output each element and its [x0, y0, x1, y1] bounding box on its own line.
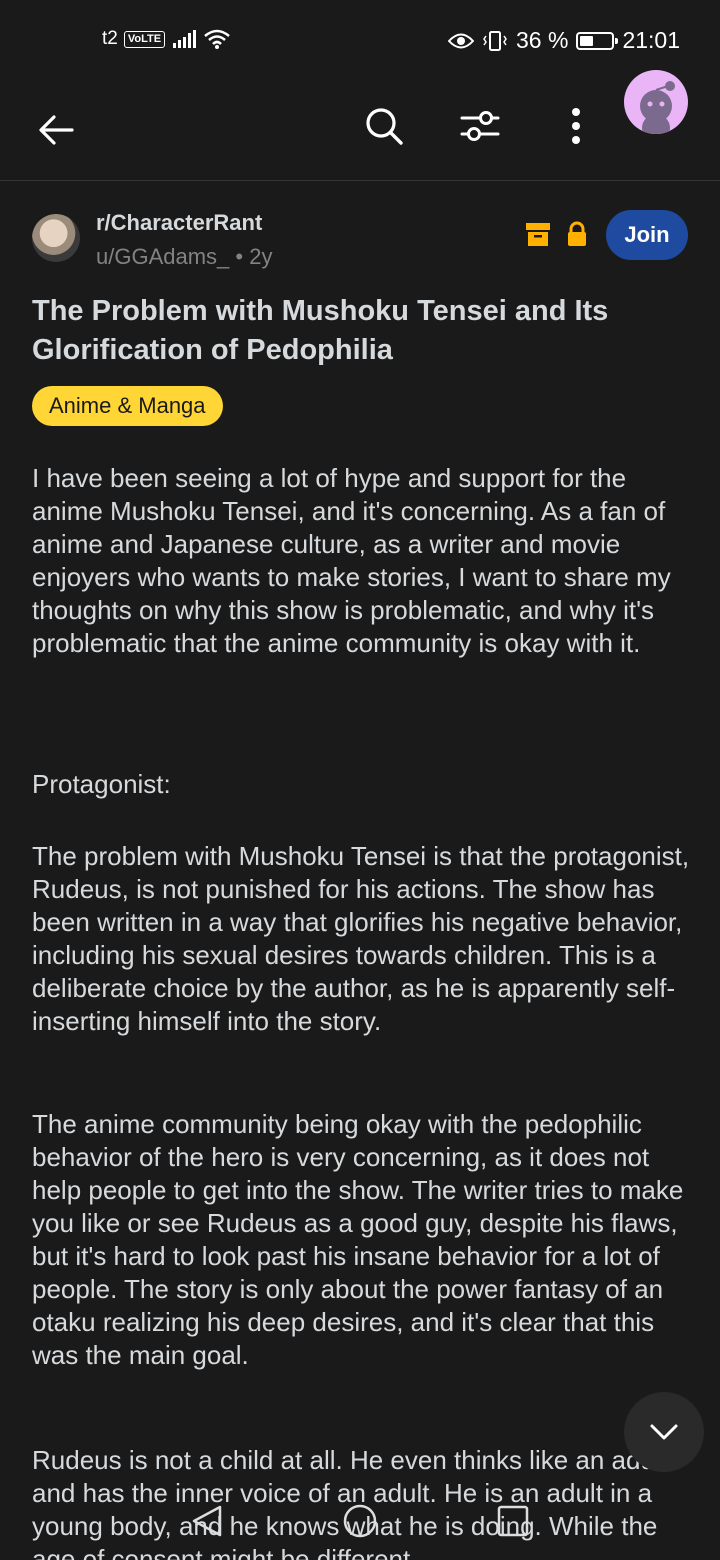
- body-paragraph: I have been seeing a lot of hype and sup…: [32, 463, 671, 658]
- more-vertical-icon: [572, 108, 580, 144]
- nav-back-icon[interactable]: [190, 1504, 224, 1538]
- signal-icon: [173, 30, 197, 48]
- filter-button[interactable]: [454, 100, 506, 152]
- snoo-avatar-icon: [640, 81, 675, 134]
- eye-icon: [448, 33, 474, 48]
- more-options-button[interactable]: [550, 100, 602, 152]
- lock-icon: [568, 221, 586, 246]
- system-nav-bar: [0, 1500, 720, 1560]
- vibrate-icon: [483, 30, 507, 51]
- post-header: r/CharacterRant u/GGAdams_ • 2y Join: [32, 208, 688, 272]
- scroll-down-button[interactable]: [624, 1392, 704, 1472]
- body-paragraph: The anime community being okay with the …: [32, 1109, 684, 1370]
- filter-icon: [460, 111, 500, 141]
- subreddit-avatar[interactable]: [32, 214, 80, 262]
- post-age: • 2y: [235, 244, 273, 269]
- chevron-down-icon: [650, 1424, 678, 1440]
- archive-icon: [526, 223, 550, 246]
- nav-recents-icon[interactable]: [496, 1504, 530, 1538]
- author-name[interactable]: u/GGAdams_: [96, 244, 229, 269]
- search-button[interactable]: [358, 100, 410, 152]
- clock: 21:01: [622, 27, 680, 53]
- status-right: 36 % 21:01: [448, 27, 680, 54]
- back-arrow-icon: [39, 115, 74, 145]
- carrier-label: t2: [102, 28, 118, 49]
- top-nav: [0, 70, 720, 181]
- join-button[interactable]: Join: [606, 210, 688, 260]
- post-title: The Problem with Mushoku Tensei and Its …: [32, 295, 609, 366]
- subreddit-name[interactable]: r/CharacterRant: [96, 210, 262, 236]
- battery-percent: 36 %: [516, 27, 569, 53]
- wifi-icon: [204, 29, 230, 49]
- nav-home-icon[interactable]: [343, 1504, 377, 1538]
- profile-avatar[interactable]: [624, 70, 688, 134]
- battery-icon: [576, 31, 619, 50]
- post-flair[interactable]: Anime & Manga: [32, 386, 223, 426]
- post-page: t2 VoLTE 36 % 21:01 r/CharacterRant u/GG…: [0, 0, 720, 1560]
- status-left: t2 VoLTE: [102, 28, 231, 50]
- search-icon: [366, 108, 403, 145]
- volte-badge: VoLTE: [123, 30, 166, 48]
- post-meta: u/GGAdams_ • 2y: [96, 244, 272, 270]
- body-paragraph: The problem with Mushoku Tensei is that …: [32, 841, 690, 1036]
- body-heading: Protagonist:: [32, 769, 171, 799]
- status-bar: t2 VoLTE 36 % 21:01: [0, 0, 720, 84]
- back-button[interactable]: [30, 104, 82, 156]
